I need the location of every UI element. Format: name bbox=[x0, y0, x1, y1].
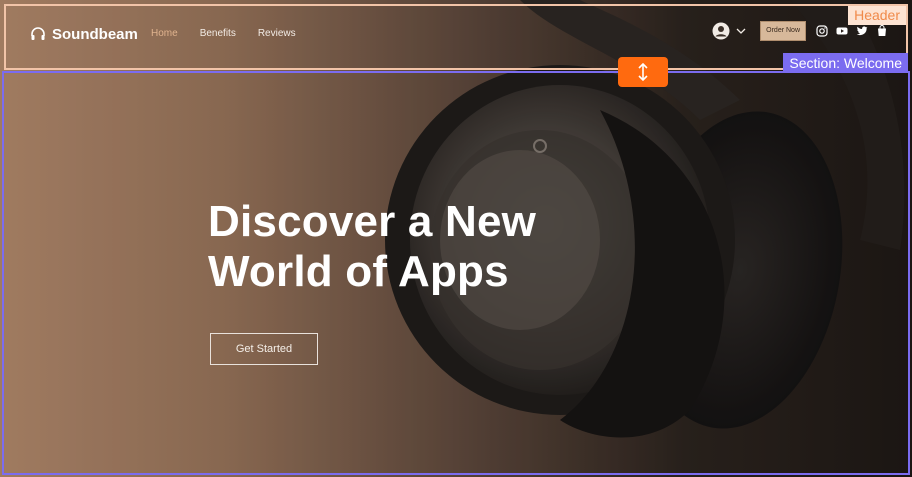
twitter-icon[interactable] bbox=[856, 25, 868, 37]
account-menu[interactable] bbox=[712, 22, 746, 40]
account-icon bbox=[712, 22, 730, 40]
nav-home[interactable]: Home bbox=[151, 28, 178, 39]
headphones-icon bbox=[31, 27, 45, 40]
welcome-section: Section: Welcome Discover a New World of… bbox=[2, 53, 910, 475]
header-actions: Order Now bbox=[712, 20, 888, 42]
cart-icon[interactable] bbox=[876, 25, 888, 37]
youtube-icon[interactable] bbox=[836, 25, 848, 37]
main-nav: Home Benefits Reviews bbox=[151, 28, 318, 39]
nav-benefits[interactable]: Benefits bbox=[200, 28, 236, 39]
site-header: Header Soundbeam Home Benefits Reviews O… bbox=[4, 4, 908, 70]
website-canvas: Header Soundbeam Home Benefits Reviews O… bbox=[0, 0, 912, 477]
instagram-icon[interactable] bbox=[816, 25, 828, 37]
hero-title: Discover a New World of Apps bbox=[208, 197, 537, 296]
social-links bbox=[816, 25, 888, 37]
section-resize-handle[interactable] bbox=[618, 57, 668, 87]
section-tag[interactable]: Section: Welcome bbox=[783, 53, 908, 73]
resize-vertical-icon bbox=[638, 63, 648, 81]
nav-reviews[interactable]: Reviews bbox=[258, 28, 296, 39]
brand-name: Soundbeam bbox=[52, 25, 138, 43]
get-started-button[interactable]: Get Started bbox=[210, 333, 318, 365]
order-now-button[interactable]: Order Now bbox=[760, 21, 806, 41]
brand-logo[interactable]: Soundbeam bbox=[30, 24, 138, 44]
chevron-down-icon bbox=[736, 28, 746, 34]
